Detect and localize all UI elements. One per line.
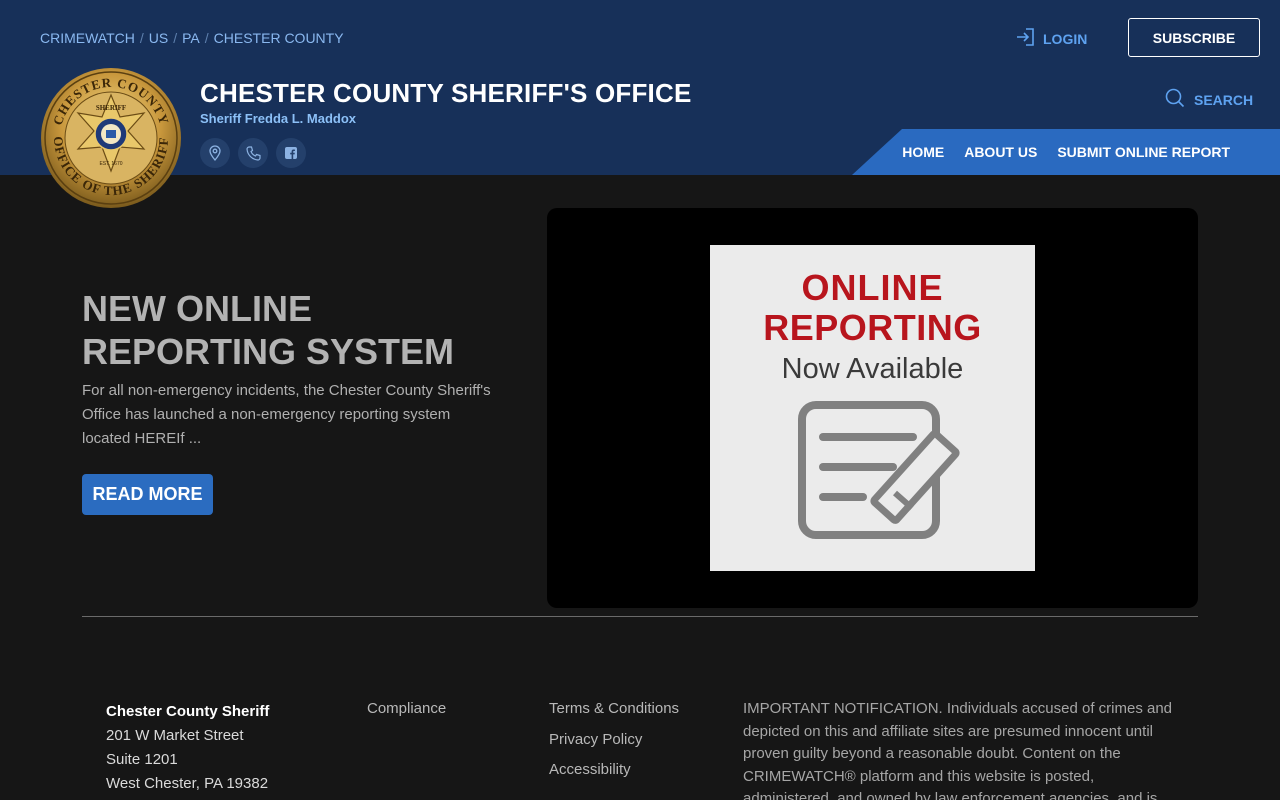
- breadcrumb-separator: /: [139, 30, 144, 46]
- login-link[interactable]: LOGIN: [1015, 28, 1087, 49]
- footer-link-privacy[interactable]: Privacy Policy: [549, 731, 642, 748]
- breadcrumb-chester-county[interactable]: CHESTER COUNTY: [214, 30, 344, 46]
- search-button[interactable]: SEARCH: [1165, 88, 1253, 111]
- poster-line-online: ONLINE: [801, 267, 944, 308]
- legal-notice: IMPORTANT NOTIFICATION. Individuals accu…: [743, 700, 1173, 800]
- footer-org-name: Chester County Sheriff: [106, 703, 270, 720]
- form-edit-icon: [798, 401, 960, 539]
- search-label: SEARCH: [1194, 91, 1254, 108]
- svg-text:SHERIFF: SHERIFF: [96, 104, 126, 112]
- login-icon: [1015, 28, 1035, 49]
- footer-address: Chester County Sheriff 201 W Market Stre…: [106, 700, 269, 796]
- footer-link-accessibility[interactable]: Accessibility: [549, 761, 631, 778]
- site-header: CRIMEWATCH / US / PA / CHESTER COUNTY LO…: [0, 0, 1280, 175]
- footer-link-compliance[interactable]: Compliance: [367, 700, 446, 717]
- breadcrumb: CRIMEWATCH / US / PA / CHESTER COUNTY: [40, 30, 344, 46]
- section-divider: [82, 616, 1198, 617]
- phone-icon[interactable]: [238, 138, 268, 168]
- hero-description: For all non-emergency incidents, the Che…: [82, 382, 491, 447]
- online-reporting-poster[interactable]: ONLINE REPORTING Now Available: [710, 245, 1035, 571]
- search-icon: [1165, 88, 1185, 111]
- facebook-icon[interactable]: [276, 138, 306, 168]
- read-more-button[interactable]: READ MORE: [82, 474, 213, 515]
- nav-home[interactable]: HOME: [902, 144, 944, 160]
- svg-text:EST. 1670: EST. 1670: [99, 161, 122, 167]
- breadcrumb-crimewatch[interactable]: CRIMEWATCH: [40, 30, 135, 46]
- sheriff-seal-logo[interactable]: CHESTER COUNTY OFFICE OF THE SHERIFF SHE…: [40, 67, 182, 209]
- sheriff-name: Sheriff Fredda L. Maddox: [200, 111, 357, 126]
- breadcrumb-separator: /: [204, 30, 209, 46]
- map-pin-icon[interactable]: [200, 138, 230, 168]
- hero-title[interactable]: NEW ONLINE REPORTING SYSTEM: [82, 287, 502, 373]
- breadcrumb-us[interactable]: US: [149, 30, 168, 46]
- login-label: LOGIN: [1043, 30, 1088, 47]
- site-title[interactable]: CHESTER COUNTY SHERIFF'S OFFICE: [200, 78, 692, 109]
- nav-about-us[interactable]: ABOUT US: [964, 144, 1037, 160]
- footer-address-line3: West Chester, PA 19382: [106, 775, 269, 792]
- breadcrumb-pa[interactable]: PA: [182, 30, 200, 46]
- main-nav: HOME ABOUT US SUBMIT ONLINE REPORT: [852, 129, 1280, 175]
- nav-submit-online-report[interactable]: SUBMIT ONLINE REPORT: [1057, 144, 1230, 160]
- subscribe-button[interactable]: SUBSCRIBE: [1128, 18, 1260, 57]
- breadcrumb-separator: /: [173, 30, 178, 46]
- footer-link-terms[interactable]: Terms & Conditions: [549, 700, 679, 717]
- poster-line-reporting: REPORTING: [763, 307, 982, 348]
- poster-line-now-available: Now Available: [781, 353, 964, 385]
- footer-address-line2: Suite 1201: [106, 751, 178, 768]
- footer-address-line1: 201 W Market Street: [106, 727, 244, 744]
